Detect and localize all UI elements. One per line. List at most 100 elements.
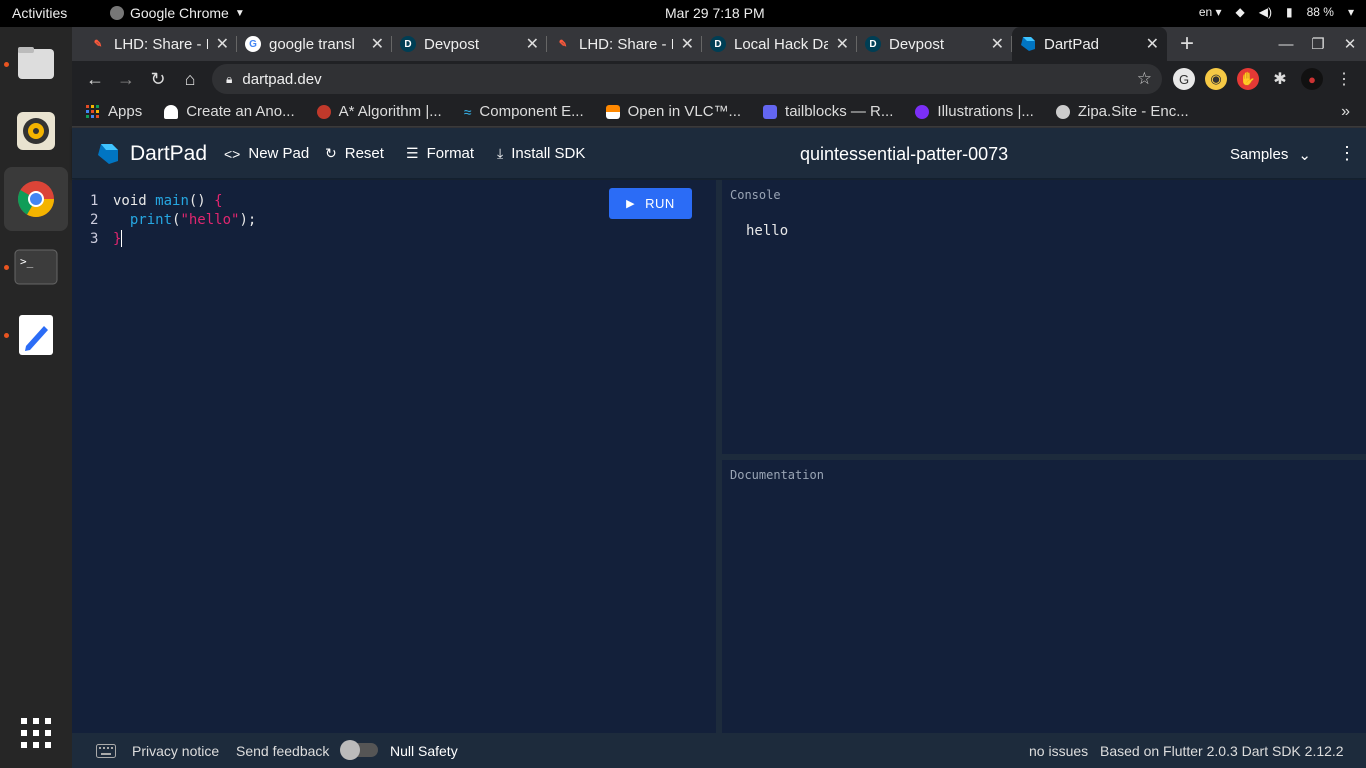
profile-avatar[interactable]: ● xyxy=(1301,68,1323,90)
brace-token: { xyxy=(214,193,223,209)
bookmark-label: Apps xyxy=(108,103,143,120)
close-icon[interactable]: ✕ xyxy=(216,34,229,54)
function-token: print xyxy=(129,212,173,228)
extension-stop-icon[interactable]: ✋ xyxy=(1237,68,1259,90)
activities-button[interactable]: Activities xyxy=(12,5,67,21)
bookmark-create-anon[interactable]: Create an Ano... xyxy=(164,103,295,120)
app-menu-label: Google Chrome xyxy=(130,5,229,21)
system-top-bar: Activities Google Chrome ▼ Mar 29 7:18 P… xyxy=(0,0,1366,27)
extension-owl-icon[interactable]: ◉ xyxy=(1205,68,1227,90)
keyboard-icon[interactable] xyxy=(96,744,116,758)
bookmarks-overflow-icon[interactable]: » xyxy=(1341,103,1350,121)
show-apps-icon[interactable] xyxy=(10,707,62,759)
privacy-notice-link[interactable]: Privacy notice xyxy=(132,743,219,759)
code-line: 2 print("hello"); xyxy=(90,211,256,230)
string-token: "hello" xyxy=(180,212,240,228)
close-icon[interactable]: ✕ xyxy=(836,34,849,54)
browser-window: ✎ LHD: Share - D ✕ G google transl ✕ D D… xyxy=(72,27,1366,768)
running-indicator xyxy=(4,265,9,270)
new-pad-button[interactable]: <> New Pad xyxy=(224,145,309,162)
extension-grammarly-icon[interactable]: G xyxy=(1173,68,1195,90)
files-icon[interactable] xyxy=(10,37,62,89)
dart-icon xyxy=(1020,36,1036,52)
bookmark-label: A* Algorithm |... xyxy=(338,103,442,120)
null-safety-toggle[interactable] xyxy=(340,740,378,760)
address-bar[interactable]: 🔒︎ dartpad.dev ☆ xyxy=(212,64,1162,94)
format-button[interactable]: ☰ Format xyxy=(406,145,474,162)
close-icon[interactable]: ✕ xyxy=(526,34,539,54)
svg-text:>_: >_ xyxy=(20,255,34,268)
issues-status[interactable]: no issues xyxy=(1029,743,1088,759)
chrome-dock-icon[interactable] xyxy=(4,167,68,231)
vlc-icon xyxy=(605,104,620,119)
more-options-icon[interactable]: ⋮ xyxy=(1338,143,1356,164)
bookmark-a-star[interactable]: A* Algorithm |... xyxy=(316,103,442,120)
tab-devpost-2[interactable]: D Devpost ✕ xyxy=(857,27,1012,61)
bookmark-illustrations[interactable]: Illustrations |... xyxy=(915,103,1034,120)
run-label: RUN xyxy=(645,196,675,211)
close-icon[interactable]: ✕ xyxy=(371,34,384,54)
bookmark-label: Open in VLC™... xyxy=(627,103,742,120)
tab-devpost-1[interactable]: D Devpost ✕ xyxy=(392,27,547,61)
reload-icon[interactable]: ↻ xyxy=(147,68,169,90)
clock[interactable]: Mar 29 7:18 PM xyxy=(665,5,765,21)
close-icon[interactable]: ✕ xyxy=(681,34,694,54)
install-sdk-button[interactable]: ⤓ Install SDK xyxy=(497,145,585,162)
apps-grid-icon xyxy=(86,104,99,118)
home-icon[interactable]: ⌂ xyxy=(179,68,201,90)
keyword-token: void xyxy=(113,193,147,209)
bookmark-vlc[interactable]: Open in VLC™... xyxy=(605,103,742,120)
bookmark-label: tailblocks — R... xyxy=(785,103,894,120)
reset-button[interactable]: ↻ Reset xyxy=(325,145,384,162)
close-window-icon[interactable]: ✕ xyxy=(1334,27,1366,61)
dartpad-logo[interactable]: DartPad xyxy=(96,142,207,166)
tab-dartpad[interactable]: DartPad ✕ xyxy=(1012,27,1167,61)
bookmark-component[interactable]: ≈ Component E... xyxy=(464,103,584,120)
code-editor[interactable]: 1 void main() { 2 print("hello"); 3 } ▶ … xyxy=(72,180,716,733)
close-icon[interactable]: ✕ xyxy=(1146,34,1159,54)
samples-dropdown[interactable]: Samples ⌄ xyxy=(1230,146,1311,164)
bookmarks-bar: Apps Create an Ano... A* Algorithm |... … xyxy=(72,97,1366,127)
tab-title: DartPad xyxy=(1044,35,1100,53)
extensions-puzzle-icon[interactable]: ✱ xyxy=(1269,68,1291,90)
forward-icon[interactable]: → xyxy=(115,68,137,90)
bookmark-apps[interactable]: Apps xyxy=(86,103,142,120)
tab-local-hack-day[interactable]: D Local Hack Da ✕ xyxy=(702,27,857,61)
pad-title[interactable]: quintessential-patter-0073 xyxy=(800,144,1008,165)
minimize-icon[interactable]: — xyxy=(1270,27,1302,61)
language-indicator[interactable]: en ▾ xyxy=(1199,5,1222,19)
new-tab-button[interactable]: + xyxy=(1167,27,1207,61)
address-text: dartpad.dev xyxy=(242,70,322,88)
tab-lhd-share-2[interactable]: ✎ LHD: Share - D ✕ xyxy=(547,27,702,61)
samples-label: Samples xyxy=(1230,146,1289,163)
bookmark-tailblocks[interactable]: tailblocks — R... xyxy=(763,103,893,120)
rhythmbox-icon[interactable] xyxy=(10,105,62,157)
dartpad-header: DartPad <> New Pad ↻ Reset ☰ Format ⤓ In… xyxy=(72,128,1366,179)
text-editor-icon[interactable] xyxy=(10,309,62,361)
lhd-icon: ✎ xyxy=(93,38,103,50)
tab-title: Devpost xyxy=(424,35,480,53)
app-menu[interactable]: Google Chrome ▼ xyxy=(110,5,245,21)
bookmark-star-icon[interactable]: ☆ xyxy=(1137,69,1152,89)
download-icon: ⤓ xyxy=(497,145,504,161)
restore-icon[interactable]: ❐ xyxy=(1302,27,1334,61)
code-content[interactable]: 1 void main() { 2 print("hello"); 3 } xyxy=(90,192,256,249)
paren-token: ( xyxy=(172,212,181,228)
code-icon: <> xyxy=(224,145,241,162)
globe-icon xyxy=(1055,104,1070,119)
function-token: main xyxy=(155,193,189,209)
terminal-icon[interactable]: >_ xyxy=(10,241,62,293)
chrome-menu-icon[interactable]: ⋮ xyxy=(1333,68,1355,90)
dart-logo-icon xyxy=(98,144,118,164)
wifi-icon: ◆ xyxy=(1235,5,1245,19)
bookmark-zipa[interactable]: Zipa.Site - Enc... xyxy=(1055,103,1189,120)
send-feedback-link[interactable]: Send feedback xyxy=(236,743,329,759)
run-button[interactable]: ▶ RUN xyxy=(609,188,692,219)
close-icon[interactable]: ✕ xyxy=(991,34,1004,54)
back-icon[interactable]: ← xyxy=(84,68,106,90)
tab-google-translate[interactable]: G google transl ✕ xyxy=(237,27,392,61)
tab-lhd-share-1[interactable]: ✎ LHD: Share - D ✕ xyxy=(82,27,237,61)
system-tray[interactable]: en ▾ ◆ ◀) ▮ 88 % ▾ xyxy=(1199,5,1354,19)
tab-title: google transl xyxy=(269,35,355,53)
documentation-label: Documentation xyxy=(730,468,824,482)
